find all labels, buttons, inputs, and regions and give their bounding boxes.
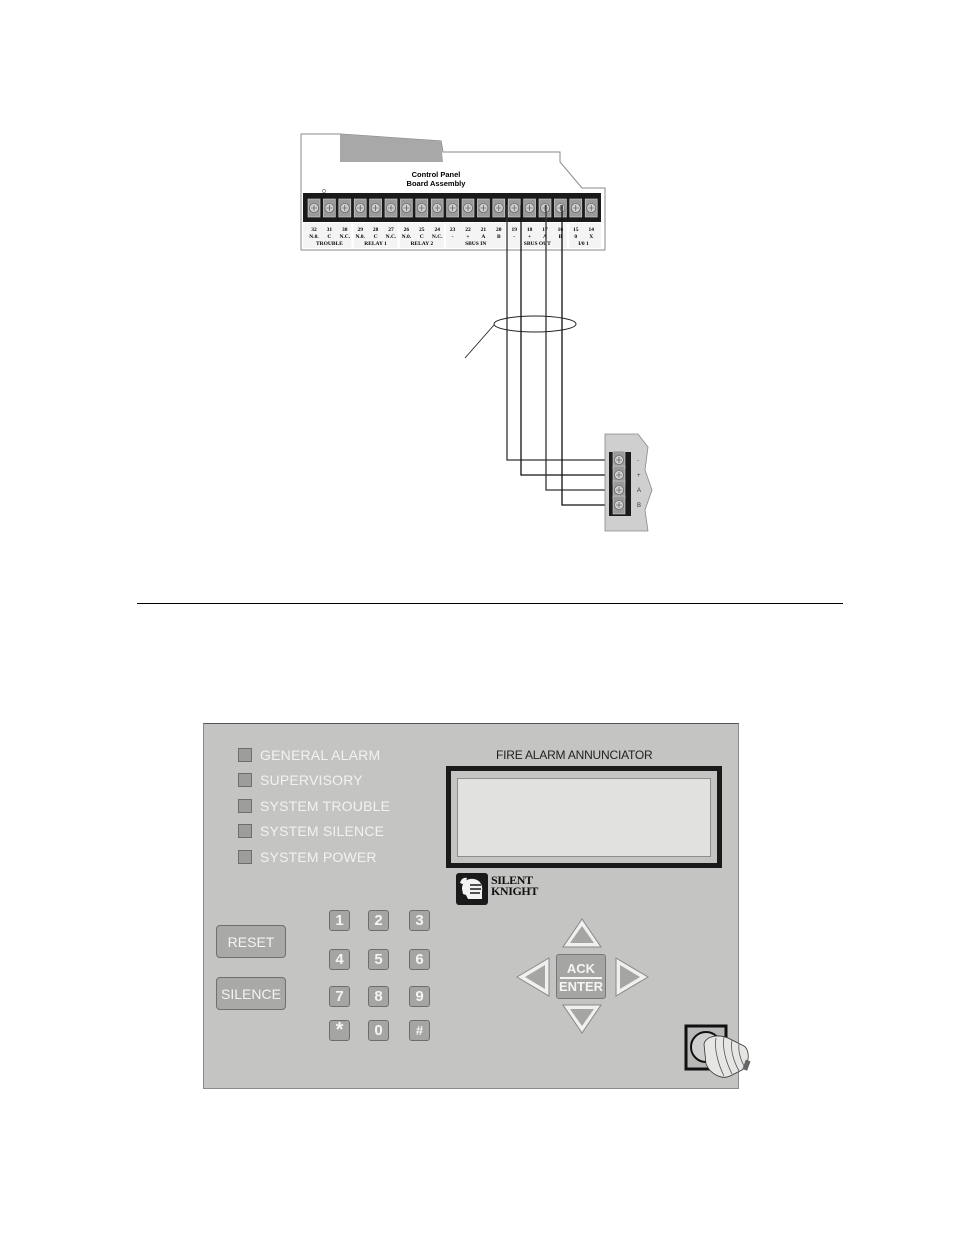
terminal-group-label: RELAY 1 (364, 241, 387, 247)
silent-knight-logo: SILENT KNIGHT (456, 873, 538, 905)
cable-bundle-ellipse (493, 315, 577, 333)
terminal-number: 20 (496, 227, 502, 233)
board-title-line1: Control Panel (412, 170, 461, 179)
terminal-label: N.C. (386, 234, 397, 240)
terminal-number: 25 (419, 227, 425, 233)
remote-terminal-label: A (637, 488, 641, 494)
board-component-shading (340, 134, 443, 162)
left-arrow-button[interactable] (515, 956, 551, 998)
led-indicator (238, 850, 252, 864)
terminal-label: - (513, 234, 515, 240)
terminal-number: 32 (311, 227, 317, 233)
callout-leader-line (464, 324, 495, 359)
knight-helmet-icon (456, 873, 488, 905)
key-hash[interactable]: # (409, 1020, 430, 1041)
terminal-number: 22 (465, 227, 471, 233)
led-general-alarm: GENERAL ALARM (238, 747, 380, 763)
logo-text-line2: KNIGHT (491, 884, 538, 898)
terminal-number: 28 (373, 227, 379, 233)
terminal-number: 30 (342, 227, 348, 233)
terminal-number: 31 (327, 227, 333, 233)
terminal-number: 24 (434, 227, 440, 233)
terminal-label: N.0. (309, 234, 319, 240)
terminal-label: N.0. (402, 234, 412, 240)
terminal-number: 23 (450, 227, 456, 233)
terminal-number: 15 (573, 227, 579, 233)
ack-label: ACK (560, 962, 602, 979)
key-3[interactable]: 3 (409, 910, 430, 931)
terminal-group-label: SBUS IN (465, 241, 486, 247)
terminal-label: A (481, 234, 485, 240)
terminal-label: C (327, 234, 331, 240)
control-panel-board: Control Panel Board Assembly 32N.0.31C30… (300, 133, 606, 251)
terminal-label: C (420, 234, 424, 240)
lcd-title: FIRE ALARM ANNUNCIATOR (496, 748, 653, 762)
key-2[interactable]: 2 (368, 910, 389, 931)
enter-label: ENTER (558, 979, 604, 994)
key-6[interactable]: 6 (409, 949, 430, 970)
key-8[interactable]: 8 (368, 986, 389, 1007)
remote-terminal-label: - (637, 458, 639, 464)
led-indicator (238, 748, 252, 762)
terminal-group-label: SBUS OUT (524, 241, 551, 247)
led-label: SUPERVISORY (260, 772, 363, 788)
terminal-number: 18 (527, 227, 533, 233)
down-arrow-button[interactable] (561, 1003, 603, 1035)
terminal-number: 21 (481, 227, 487, 233)
remote-terminal-label: + (637, 473, 641, 479)
led-supervisory: SUPERVISORY (238, 772, 363, 788)
key-9[interactable]: 9 (409, 986, 430, 1007)
led-label: SYSTEM TROUBLE (260, 798, 391, 814)
key-7[interactable]: 7 (329, 986, 350, 1007)
terminal-number: 19 (511, 227, 517, 233)
led-label: SYSTEM POWER (260, 849, 377, 865)
key-1[interactable]: 1 (329, 910, 350, 931)
terminal-label: X (589, 234, 593, 240)
key-4[interactable]: 4 (329, 949, 350, 970)
led-system-power: SYSTEM POWER (238, 849, 377, 865)
terminal-label: N.C. (432, 234, 443, 240)
led-indicator (238, 824, 252, 838)
terminal-number: 27 (388, 227, 394, 233)
terminal-label: N.0. (355, 234, 365, 240)
led-system-trouble: SYSTEM TROUBLE (238, 798, 390, 814)
terminal-number: 17 (542, 227, 548, 233)
key-icon (703, 1035, 751, 1078)
terminal-group-label: RELAY 2 (410, 241, 433, 247)
terminal-label: B (497, 234, 501, 240)
key-switch[interactable] (684, 1024, 754, 1084)
terminal-number: 29 (357, 227, 363, 233)
terminal-group-label: TROUBLE (316, 241, 343, 247)
terminal-label: + (528, 234, 531, 240)
silence-button[interactable]: SILENCE (216, 977, 286, 1010)
up-arrow-button[interactable] (561, 917, 603, 949)
terminal-label: C (374, 234, 378, 240)
lcd-screen (457, 778, 711, 857)
terminal-label: N.C. (339, 234, 350, 240)
led-label: GENERAL ALARM (260, 747, 381, 763)
reset-button[interactable]: RESET (216, 925, 286, 958)
right-arrow-button[interactable] (614, 956, 650, 998)
section-divider (137, 603, 843, 604)
annunciator-panel: GENERAL ALARM SUPERVISORY SYSTEM TROUBLE… (203, 723, 751, 1089)
terminal-label: + (466, 234, 469, 240)
lcd-frame (446, 766, 722, 868)
key-5[interactable]: 5 (368, 949, 389, 970)
led-system-silence: SYSTEM SILENCE (238, 823, 384, 839)
led-indicator (238, 799, 252, 813)
terminal-label: - (452, 234, 454, 240)
terminal-label: 0 (574, 234, 577, 240)
terminal-group-label: I/0 1 (578, 241, 589, 247)
key-0[interactable]: 0 (368, 1020, 389, 1041)
remote-terminal-label: B (637, 503, 641, 509)
board-title-line2: Board Assembly (407, 179, 467, 188)
led-indicator (238, 773, 252, 787)
key-star[interactable]: * (329, 1019, 350, 1041)
remote-device: - + A B (604, 433, 653, 532)
terminal-number: 26 (404, 227, 410, 233)
wiring-diagram: Control Panel Board Assembly 32N.0.31C30… (300, 133, 653, 532)
ack-enter-button[interactable]: ACK ENTER (556, 954, 606, 999)
terminal-number: 14 (588, 227, 594, 233)
led-label: SYSTEM SILENCE (260, 823, 385, 839)
